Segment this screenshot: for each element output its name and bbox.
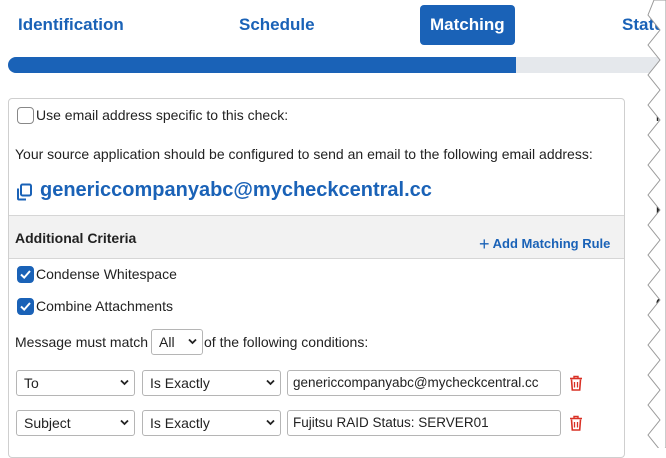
add-matching-rule-label: Add Matching Rule — [492, 236, 611, 251]
combine-attachments-checkbox[interactable] — [17, 298, 34, 315]
plus-icon: + — [479, 234, 490, 254]
chevron-down-icon — [266, 419, 275, 426]
delete-rule-icon[interactable] — [569, 375, 583, 391]
wizard-tabs: Identification Schedule Matching Status — [0, 0, 666, 48]
copy-icon[interactable] — [15, 183, 33, 201]
match-prefix-text: Message must match — [15, 334, 149, 350]
rule-operator-select[interactable]: Is Exactly — [142, 410, 281, 436]
delete-rule-icon[interactable] — [569, 415, 583, 431]
checkmark-icon — [20, 270, 31, 280]
check-email-address: genericcompanyabc@mycheckcentral.cc — [40, 179, 432, 201]
wizard-progress-bar — [8, 57, 666, 73]
rule-operator-value: Is Exactly — [150, 375, 210, 391]
match-suffix-text: of the following conditions: — [204, 334, 369, 350]
additional-criteria-title: Additional Criteria — [15, 230, 137, 246]
add-matching-rule-button[interactable]: + Add Matching Rule — [479, 234, 610, 255]
use-specific-email-checkbox[interactable] — [17, 107, 34, 124]
tab-schedule[interactable]: Schedule — [239, 5, 315, 45]
checkmark-icon — [20, 302, 31, 312]
combine-attachments-label: Combine Attachments — [36, 298, 173, 314]
rule-field-value: To — [24, 375, 39, 391]
tab-matching[interactable]: Matching — [420, 5, 515, 45]
rule-field-select[interactable]: To — [16, 370, 135, 396]
email-description: Your source application should be config… — [15, 146, 593, 162]
condense-whitespace-checkbox[interactable] — [17, 266, 34, 283]
additional-criteria-header: Additional Criteria + Add Matching Rule — [9, 215, 624, 259]
chevron-down-icon — [266, 379, 275, 386]
chevron-down-icon — [188, 338, 197, 345]
progress-fill — [8, 57, 516, 73]
use-specific-email-label: Use email address specific to this check… — [36, 107, 289, 123]
match-mode-value: All — [159, 334, 175, 350]
rule-value-input[interactable]: Fujitsu RAID Status: SERVER01 — [287, 410, 561, 436]
condense-whitespace-label: Condense Whitespace — [36, 266, 177, 282]
chevron-down-icon — [120, 419, 129, 426]
torn-edge — [647, 0, 666, 448]
chevron-down-icon — [120, 379, 129, 386]
tab-identification[interactable]: Identification — [18, 5, 124, 45]
match-mode-select[interactable]: All — [151, 329, 203, 355]
matching-panel: Use email address specific to this check… — [8, 98, 625, 458]
rule-operator-value: Is Exactly — [150, 415, 210, 431]
rule-value-input[interactable]: genericcompanyabc@mycheckcentral.cc — [287, 370, 561, 396]
rule-field-select[interactable]: Subject — [16, 410, 135, 436]
rule-field-value: Subject — [24, 415, 71, 431]
rule-operator-select[interactable]: Is Exactly — [142, 370, 281, 396]
